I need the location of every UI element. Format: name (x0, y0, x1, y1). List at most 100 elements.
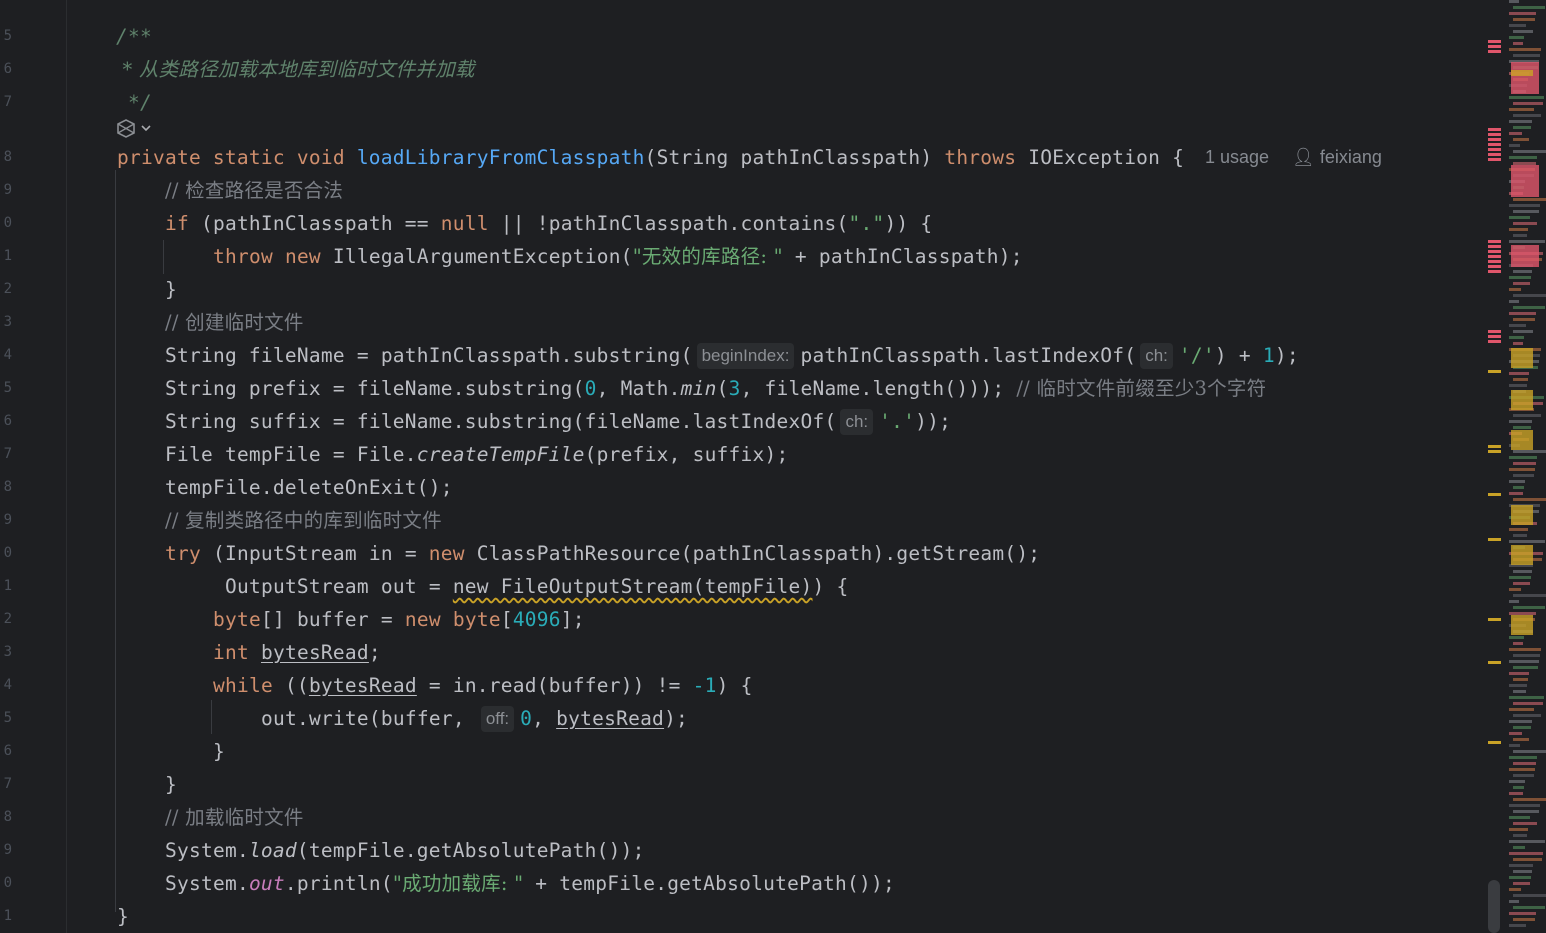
minimap-row (1513, 726, 1531, 729)
indent-guide (163, 240, 164, 274)
warning-marker[interactable] (1488, 493, 1501, 496)
minimap-highlight (1511, 545, 1533, 565)
error-marker[interactable] (1488, 340, 1501, 343)
minimap-row (1513, 18, 1535, 21)
minimap-row (1509, 768, 1535, 771)
line-number-gutter[interactable]: 5 6 7 8 9 0 1 2 3 4 5 6 7 8 9 0 1 2 3 4 5 6 7 8 9 0 1 (0, 0, 67, 933)
comment-check-path: // 检查路径是否合法 (165, 179, 344, 202)
code-text: ) { (716, 674, 753, 697)
code-editor[interactable]: /** * 从类路径加载本地库到临时文件并加载 */ private stati… (67, 0, 1487, 933)
error-marker[interactable] (1488, 128, 1501, 131)
reassigned-variable: bytesRead (308, 674, 417, 697)
while-keyword: while (213, 674, 273, 697)
line-number: 9 (3, 182, 12, 198)
minimap-row (1509, 540, 1545, 543)
line-number: 0 (3, 545, 12, 561)
warning-marker[interactable] (1488, 445, 1501, 448)
error-marker[interactable] (1488, 240, 1501, 243)
char-literal: '/' (1178, 344, 1215, 367)
minimap-row (1509, 276, 1531, 279)
minimap-row (1513, 798, 1546, 801)
method-name[interactable]: loadLibraryFromClasspath (357, 146, 645, 169)
minimap-row (1509, 804, 1540, 807)
code-text: , Math. (596, 377, 681, 400)
code-text: + pathInClasspath); (782, 245, 1023, 268)
line-number: 2 (3, 281, 12, 297)
error-marker[interactable] (1488, 133, 1501, 136)
error-marker[interactable] (1488, 245, 1501, 248)
minimap-row (1513, 318, 1535, 321)
comment-load-temp: // 加载临时文件 (165, 806, 304, 829)
minimap-highlight (1511, 505, 1533, 525)
code-line-tempfile: File tempFile = File.createTempFile(pref… (165, 438, 789, 471)
minimap-highlight (1511, 245, 1539, 267)
minimap-row (1509, 900, 1519, 903)
warning-marker[interactable] (1488, 618, 1501, 621)
minimap-row (1509, 456, 1537, 459)
warning-highlight[interactable]: new FileOutputStream(tempFile) (453, 575, 813, 598)
code-text: IllegalArgumentException( (320, 245, 633, 268)
usage-hint[interactable]: 1 usage (1205, 141, 1269, 174)
warning-marker[interactable] (1488, 450, 1501, 453)
minimap-row (1513, 222, 1537, 225)
error-marker[interactable] (1488, 148, 1501, 151)
code-line-delete: tempFile.deleteOnExit(); (165, 476, 453, 499)
error-marker[interactable] (1488, 270, 1501, 273)
minimap-row (1513, 534, 1527, 537)
error-marker[interactable] (1488, 260, 1501, 263)
warning-marker[interactable] (1488, 538, 1501, 541)
code-minimap[interactable] (1509, 0, 1546, 933)
minimap-row (1513, 306, 1545, 309)
minimap-row (1513, 498, 1546, 501)
minimap-row (1513, 210, 1539, 213)
code-text: [] buffer = (260, 608, 405, 631)
minimap-row (1513, 834, 1527, 837)
error-marker[interactable] (1488, 50, 1501, 53)
warning-marker[interactable] (1488, 661, 1501, 664)
code-text: ]; (560, 608, 585, 631)
minimap-row (1509, 0, 1519, 3)
author-name: feixiang (1319, 147, 1382, 167)
author-hint[interactable]: 👤︎ feixiang (1292, 141, 1382, 174)
minimap-row (1513, 150, 1546, 153)
minimap-row (1513, 102, 1543, 105)
minimap-row (1513, 474, 1534, 477)
minimap-highlight (1511, 390, 1533, 410)
error-marker[interactable] (1488, 45, 1501, 48)
minimap-row (1513, 606, 1545, 609)
closing-brace: } (213, 740, 225, 763)
minimap-highlight (1511, 430, 1533, 450)
code-text: ( (716, 377, 729, 400)
comment-create-temp: // 创建临时文件 (165, 311, 304, 334)
try-keyword: try (165, 542, 201, 565)
line-number: 8 (3, 809, 12, 825)
error-marker[interactable] (1488, 158, 1501, 161)
warning-marker[interactable] (1488, 741, 1501, 744)
comment-copy-library: // 复制类路径中的库到临时文件 (165, 509, 442, 532)
minimap-row (1509, 372, 1529, 375)
error-marker[interactable] (1488, 153, 1501, 156)
vertical-scrollbar-thumb[interactable] (1488, 880, 1500, 933)
minimap-row (1509, 672, 1529, 675)
error-marker[interactable] (1488, 138, 1501, 141)
minimap-row (1509, 756, 1537, 759)
minimap-row (1509, 480, 1525, 483)
minimap-row (1513, 906, 1545, 909)
error-marker[interactable] (1488, 335, 1501, 338)
line-number: 7 (3, 94, 12, 110)
warning-marker[interactable] (1488, 370, 1501, 373)
code-text: String prefix = fileName.substring( (165, 377, 585, 400)
error-marker[interactable] (1488, 250, 1501, 253)
error-marker[interactable] (1488, 40, 1501, 43)
closing-brace: } (165, 278, 177, 301)
param-hint-ch: ch: (840, 409, 874, 435)
code-text: OutputStream out = (213, 575, 453, 598)
code-text: ClassPathResource(pathInClasspath).getSt… (464, 542, 1041, 565)
minimap-row (1513, 594, 1546, 597)
error-marker[interactable] (1488, 330, 1501, 333)
minimap-row (1509, 648, 1541, 651)
error-marker[interactable] (1488, 265, 1501, 268)
error-marker[interactable] (1488, 143, 1501, 146)
error-marker[interactable] (1488, 255, 1501, 258)
